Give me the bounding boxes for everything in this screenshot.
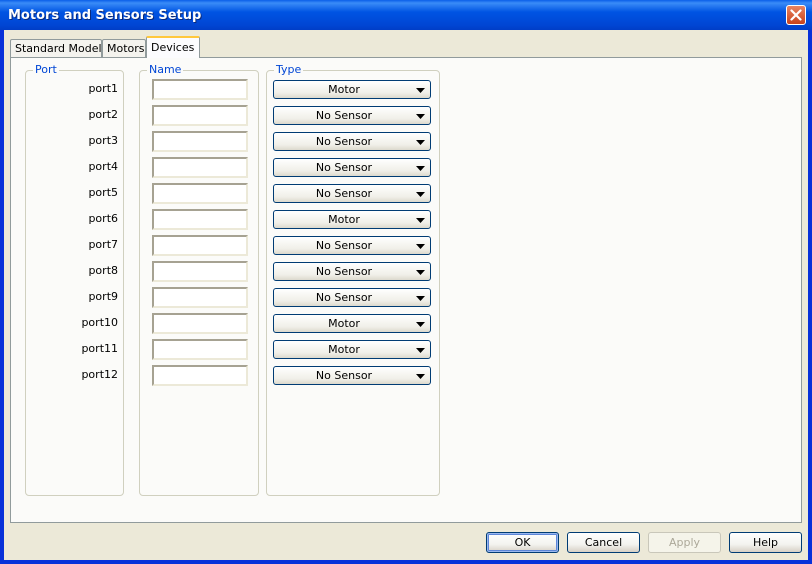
port-type-value: No Sensor: [315, 239, 373, 252]
ok-button[interactable]: OK: [486, 532, 559, 553]
port-label: port9: [88, 290, 118, 303]
devices-panel: Port port1 port2 port3 port4 port5 port6 port7…: [10, 57, 802, 523]
port-label: port5: [88, 186, 118, 199]
apply-button[interactable]: Apply: [648, 532, 721, 553]
chevron-down-icon: [416, 348, 425, 353]
port-name-input[interactable]: [152, 131, 248, 152]
chevron-down-icon: [416, 166, 425, 171]
cancel-button[interactable]: Cancel: [567, 532, 640, 553]
chevron-down-icon: [416, 88, 425, 93]
port-type-select[interactable]: Motor: [273, 210, 431, 229]
type-group: Type Motor No Sensor No Sensor No Sensor No …: [266, 63, 440, 496]
chevron-down-icon: [416, 114, 425, 119]
port-label: port8: [88, 264, 118, 277]
tab-standard-models[interactable]: Standard Models: [10, 39, 107, 57]
port-label: port2: [88, 108, 118, 121]
port-label: port7: [88, 238, 118, 251]
port-name-input[interactable]: [152, 287, 248, 308]
port-label: port10: [81, 316, 118, 329]
port-type-select[interactable]: No Sensor: [273, 262, 431, 281]
port-name-input[interactable]: [152, 79, 248, 100]
port-name-input[interactable]: [152, 261, 248, 282]
port-type-value: No Sensor: [315, 291, 373, 304]
port-label: port1: [88, 82, 118, 95]
chevron-down-icon: [416, 296, 425, 301]
port-label: port6: [88, 212, 118, 225]
chevron-down-icon: [416, 140, 425, 145]
name-group: Name: [139, 63, 259, 496]
port-type-value: Motor: [328, 317, 360, 330]
chevron-down-icon: [416, 218, 425, 223]
port-type-value: No Sensor: [315, 187, 373, 200]
port-label: port4: [88, 160, 118, 173]
help-button[interactable]: Help: [729, 532, 802, 553]
title-bar[interactable]: Motors and Sensors Setup: [0, 0, 812, 30]
port-name-input[interactable]: [152, 157, 248, 178]
chevron-down-icon: [416, 192, 425, 197]
chevron-down-icon: [416, 244, 425, 249]
port-name-input[interactable]: [152, 183, 248, 204]
port-group: Port port1 port2 port3 port4 port5 port6 port7…: [25, 63, 124, 496]
port-type-select[interactable]: No Sensor: [273, 288, 431, 307]
port-label: port12: [81, 368, 118, 381]
port-name-input[interactable]: [152, 365, 248, 386]
tab-motors[interactable]: Motors: [102, 39, 146, 57]
port-type-select[interactable]: No Sensor: [273, 184, 431, 203]
port-type-value: Motor: [328, 213, 360, 226]
port-type-value: No Sensor: [315, 161, 373, 174]
chevron-down-icon: [416, 270, 425, 275]
port-type-select[interactable]: No Sensor: [273, 106, 431, 125]
port-label: port11: [81, 342, 118, 355]
port-type-select[interactable]: Motor: [273, 340, 431, 359]
close-button[interactable]: [786, 5, 806, 25]
name-group-label: Name: [147, 63, 184, 76]
port-name-input[interactable]: [152, 313, 248, 334]
port-type-select[interactable]: No Sensor: [273, 236, 431, 255]
close-icon: [790, 9, 802, 21]
window-title: Motors and Sensors Setup: [8, 8, 202, 23]
port-type-value: No Sensor: [315, 265, 373, 278]
port-type-select[interactable]: No Sensor: [273, 366, 431, 385]
port-type-value: Motor: [328, 343, 360, 356]
port-name-input[interactable]: [152, 339, 248, 360]
port-type-select[interactable]: No Sensor: [273, 158, 431, 177]
chevron-down-icon: [416, 322, 425, 327]
port-type-value: No Sensor: [315, 135, 373, 148]
tab-devices[interactable]: Devices: [146, 36, 200, 58]
port-name-input[interactable]: [152, 235, 248, 256]
port-type-value: Motor: [328, 83, 360, 96]
port-type-select[interactable]: Motor: [273, 314, 431, 333]
port-type-select[interactable]: Motor: [273, 80, 431, 99]
port-name-input[interactable]: [152, 105, 248, 126]
port-type-select[interactable]: No Sensor: [273, 132, 431, 151]
type-group-label: Type: [274, 63, 304, 76]
port-type-value: No Sensor: [315, 109, 373, 122]
chevron-down-icon: [416, 374, 425, 379]
port-name-input[interactable]: [152, 209, 248, 230]
port-type-value: No Sensor: [315, 369, 373, 382]
port-group-label: Port: [33, 63, 59, 76]
port-label: port3: [88, 134, 118, 147]
